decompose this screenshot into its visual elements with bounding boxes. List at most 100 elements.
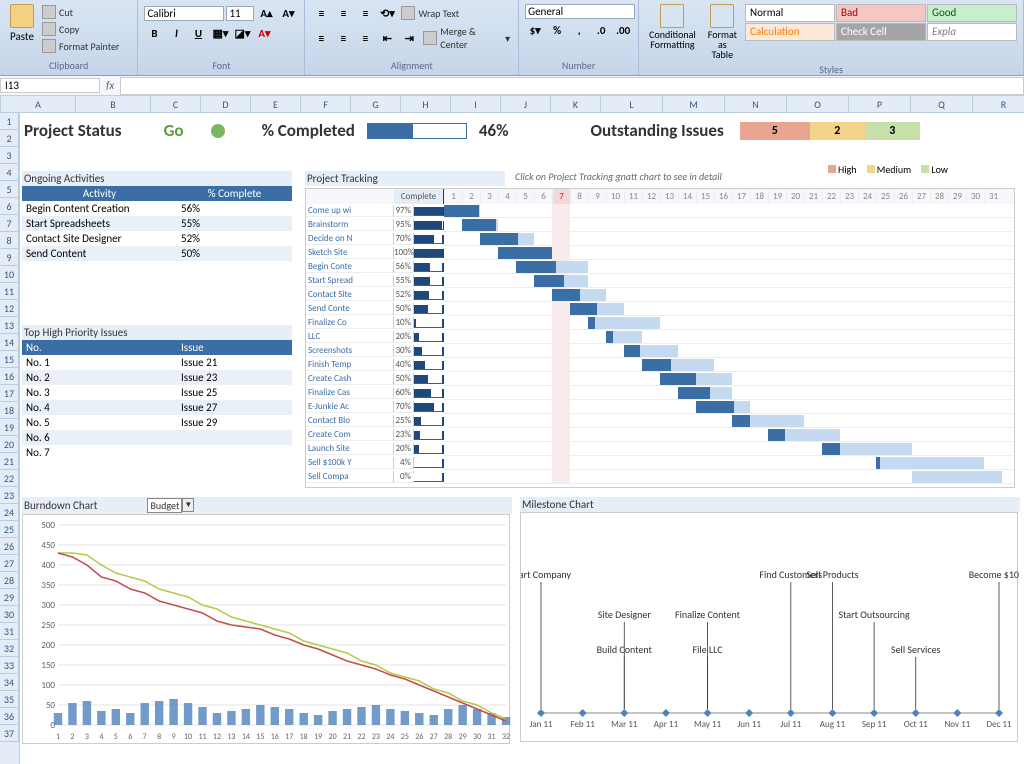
row-header[interactable]: 27 [0, 555, 19, 572]
burndown-type-select[interactable]: Budget [147, 498, 182, 513]
column-header[interactable]: D [201, 96, 251, 113]
style-bad[interactable]: Bad [836, 4, 926, 22]
style-calculation[interactable]: Calculation [745, 23, 835, 41]
row-header[interactable]: 31 [0, 623, 19, 640]
column-header[interactable]: O [787, 96, 849, 113]
column-header[interactable]: F [301, 96, 351, 113]
row-header[interactable]: 2 [0, 130, 19, 147]
column-header[interactable]: Q [911, 96, 973, 113]
increase-decimal-button[interactable]: .0 [591, 21, 611, 39]
row-header[interactable]: 7 [0, 215, 19, 232]
column-header[interactable]: A [1, 96, 76, 113]
name-box[interactable] [0, 78, 100, 93]
align-top-button[interactable]: ≡ [311, 4, 331, 22]
row-header[interactable]: 16 [0, 368, 19, 385]
style-check-cell[interactable]: Check Cell [836, 23, 926, 41]
row-header[interactable]: 36 [0, 708, 19, 725]
underline-button[interactable]: U [188, 24, 208, 42]
gantt-chart[interactable]: Complete 1234567891011121314151617181920… [305, 188, 1015, 488]
align-bottom-button[interactable]: ≡ [355, 4, 375, 22]
row-header[interactable]: 34 [0, 674, 19, 691]
column-header[interactable]: L [601, 96, 663, 113]
column-header[interactable]: P [849, 96, 911, 113]
row-header[interactable]: 3 [0, 147, 19, 164]
fill-color-button[interactable]: ◪▾ [232, 24, 252, 42]
font-family-select[interactable] [144, 6, 224, 21]
border-button[interactable]: ▦▾ [210, 24, 230, 42]
align-center-button[interactable]: ≡ [333, 29, 353, 47]
italic-button[interactable]: I [166, 24, 186, 42]
row-header[interactable]: 30 [0, 606, 19, 623]
decrease-indent-button[interactable]: ⇤ [377, 29, 397, 47]
row-header[interactable]: 24 [0, 504, 19, 521]
column-header[interactable]: B [76, 96, 151, 113]
formula-input[interactable] [120, 77, 1024, 95]
copy-button[interactable]: Copy [40, 21, 121, 37]
style-good[interactable]: Good [927, 4, 1017, 22]
row-header[interactable]: 10 [0, 266, 19, 283]
row-header[interactable]: 19 [0, 419, 19, 436]
milestone-chart[interactable]: Jan 11Feb 11Mar 11Apr 11May 11Jun 11Jul … [520, 512, 1018, 742]
conditional-formatting-button[interactable]: Conditional Formatting [643, 2, 702, 52]
row-header[interactable]: 17 [0, 385, 19, 402]
shrink-font-button[interactable]: A▾ [278, 4, 298, 22]
row-header[interactable]: 14 [0, 334, 19, 351]
row-header[interactable]: 5 [0, 181, 19, 198]
fx-icon[interactable]: fx [100, 79, 120, 92]
format-painter-button[interactable]: Format Painter [40, 38, 121, 54]
column-header[interactable]: R [973, 96, 1024, 113]
column-header[interactable]: I [451, 96, 501, 113]
decrease-decimal-button[interactable]: .00 [613, 21, 633, 39]
column-header[interactable]: C [151, 96, 201, 113]
row-header[interactable]: 9 [0, 249, 19, 266]
align-right-button[interactable]: ≡ [355, 29, 375, 47]
column-header[interactable]: N [725, 96, 787, 113]
row-header[interactable]: 23 [0, 487, 19, 504]
style-explanatory[interactable]: Expla [927, 23, 1017, 41]
format-as-table-button[interactable]: Format as Table [702, 2, 743, 62]
row-header[interactable]: 35 [0, 691, 19, 708]
row-header[interactable]: 37 [0, 725, 19, 742]
align-middle-button[interactable]: ≡ [333, 4, 353, 22]
comma-button[interactable]: , [569, 21, 589, 39]
align-left-button[interactable]: ≡ [311, 29, 331, 47]
column-header[interactable]: E [251, 96, 301, 113]
grow-font-button[interactable]: A▴ [256, 4, 276, 22]
row-header[interactable]: 12 [0, 300, 19, 317]
column-header[interactable]: J [501, 96, 551, 113]
row-header[interactable]: 8 [0, 232, 19, 249]
row-header[interactable]: 4 [0, 164, 19, 181]
row-header[interactable]: 21 [0, 453, 19, 470]
column-header[interactable]: G [351, 96, 401, 113]
cut-button[interactable]: Cut [40, 4, 121, 20]
row-header[interactable]: 13 [0, 317, 19, 334]
row-header[interactable]: 28 [0, 572, 19, 589]
font-size-select[interactable] [226, 6, 254, 21]
row-header[interactable]: 25 [0, 521, 19, 538]
row-header[interactable]: 26 [0, 538, 19, 555]
currency-button[interactable]: $▾ [525, 21, 545, 39]
row-header[interactable]: 15 [0, 351, 19, 368]
row-header[interactable]: 1 [0, 113, 19, 130]
dropdown-arrow-icon[interactable]: ▼ [182, 498, 194, 512]
bold-button[interactable]: B [144, 24, 164, 42]
row-header[interactable]: 18 [0, 402, 19, 419]
column-header[interactable]: K [551, 96, 601, 113]
burndown-chart[interactable]: 0501001502002503003504004505001234567891… [22, 514, 510, 744]
percent-button[interactable]: % [547, 21, 567, 39]
row-header[interactable]: 32 [0, 640, 19, 657]
row-header[interactable]: 6 [0, 198, 19, 215]
column-header[interactable]: H [401, 96, 451, 113]
orientation-button[interactable]: ⟲▾ [377, 4, 397, 22]
font-color-button[interactable]: A▾ [254, 24, 274, 42]
number-format-select[interactable] [525, 4, 635, 19]
merge-center-button[interactable]: Merge & Center ▾ [421, 24, 512, 52]
row-header[interactable]: 29 [0, 589, 19, 606]
row-header[interactable]: 33 [0, 657, 19, 674]
row-header[interactable]: 11 [0, 283, 19, 300]
wrap-text-button[interactable]: Wrap Text [399, 5, 461, 21]
paste-button[interactable]: Paste [4, 2, 40, 45]
row-header[interactable]: 20 [0, 436, 19, 453]
column-header[interactable]: M [663, 96, 725, 113]
style-normal[interactable]: Normal [745, 4, 835, 22]
